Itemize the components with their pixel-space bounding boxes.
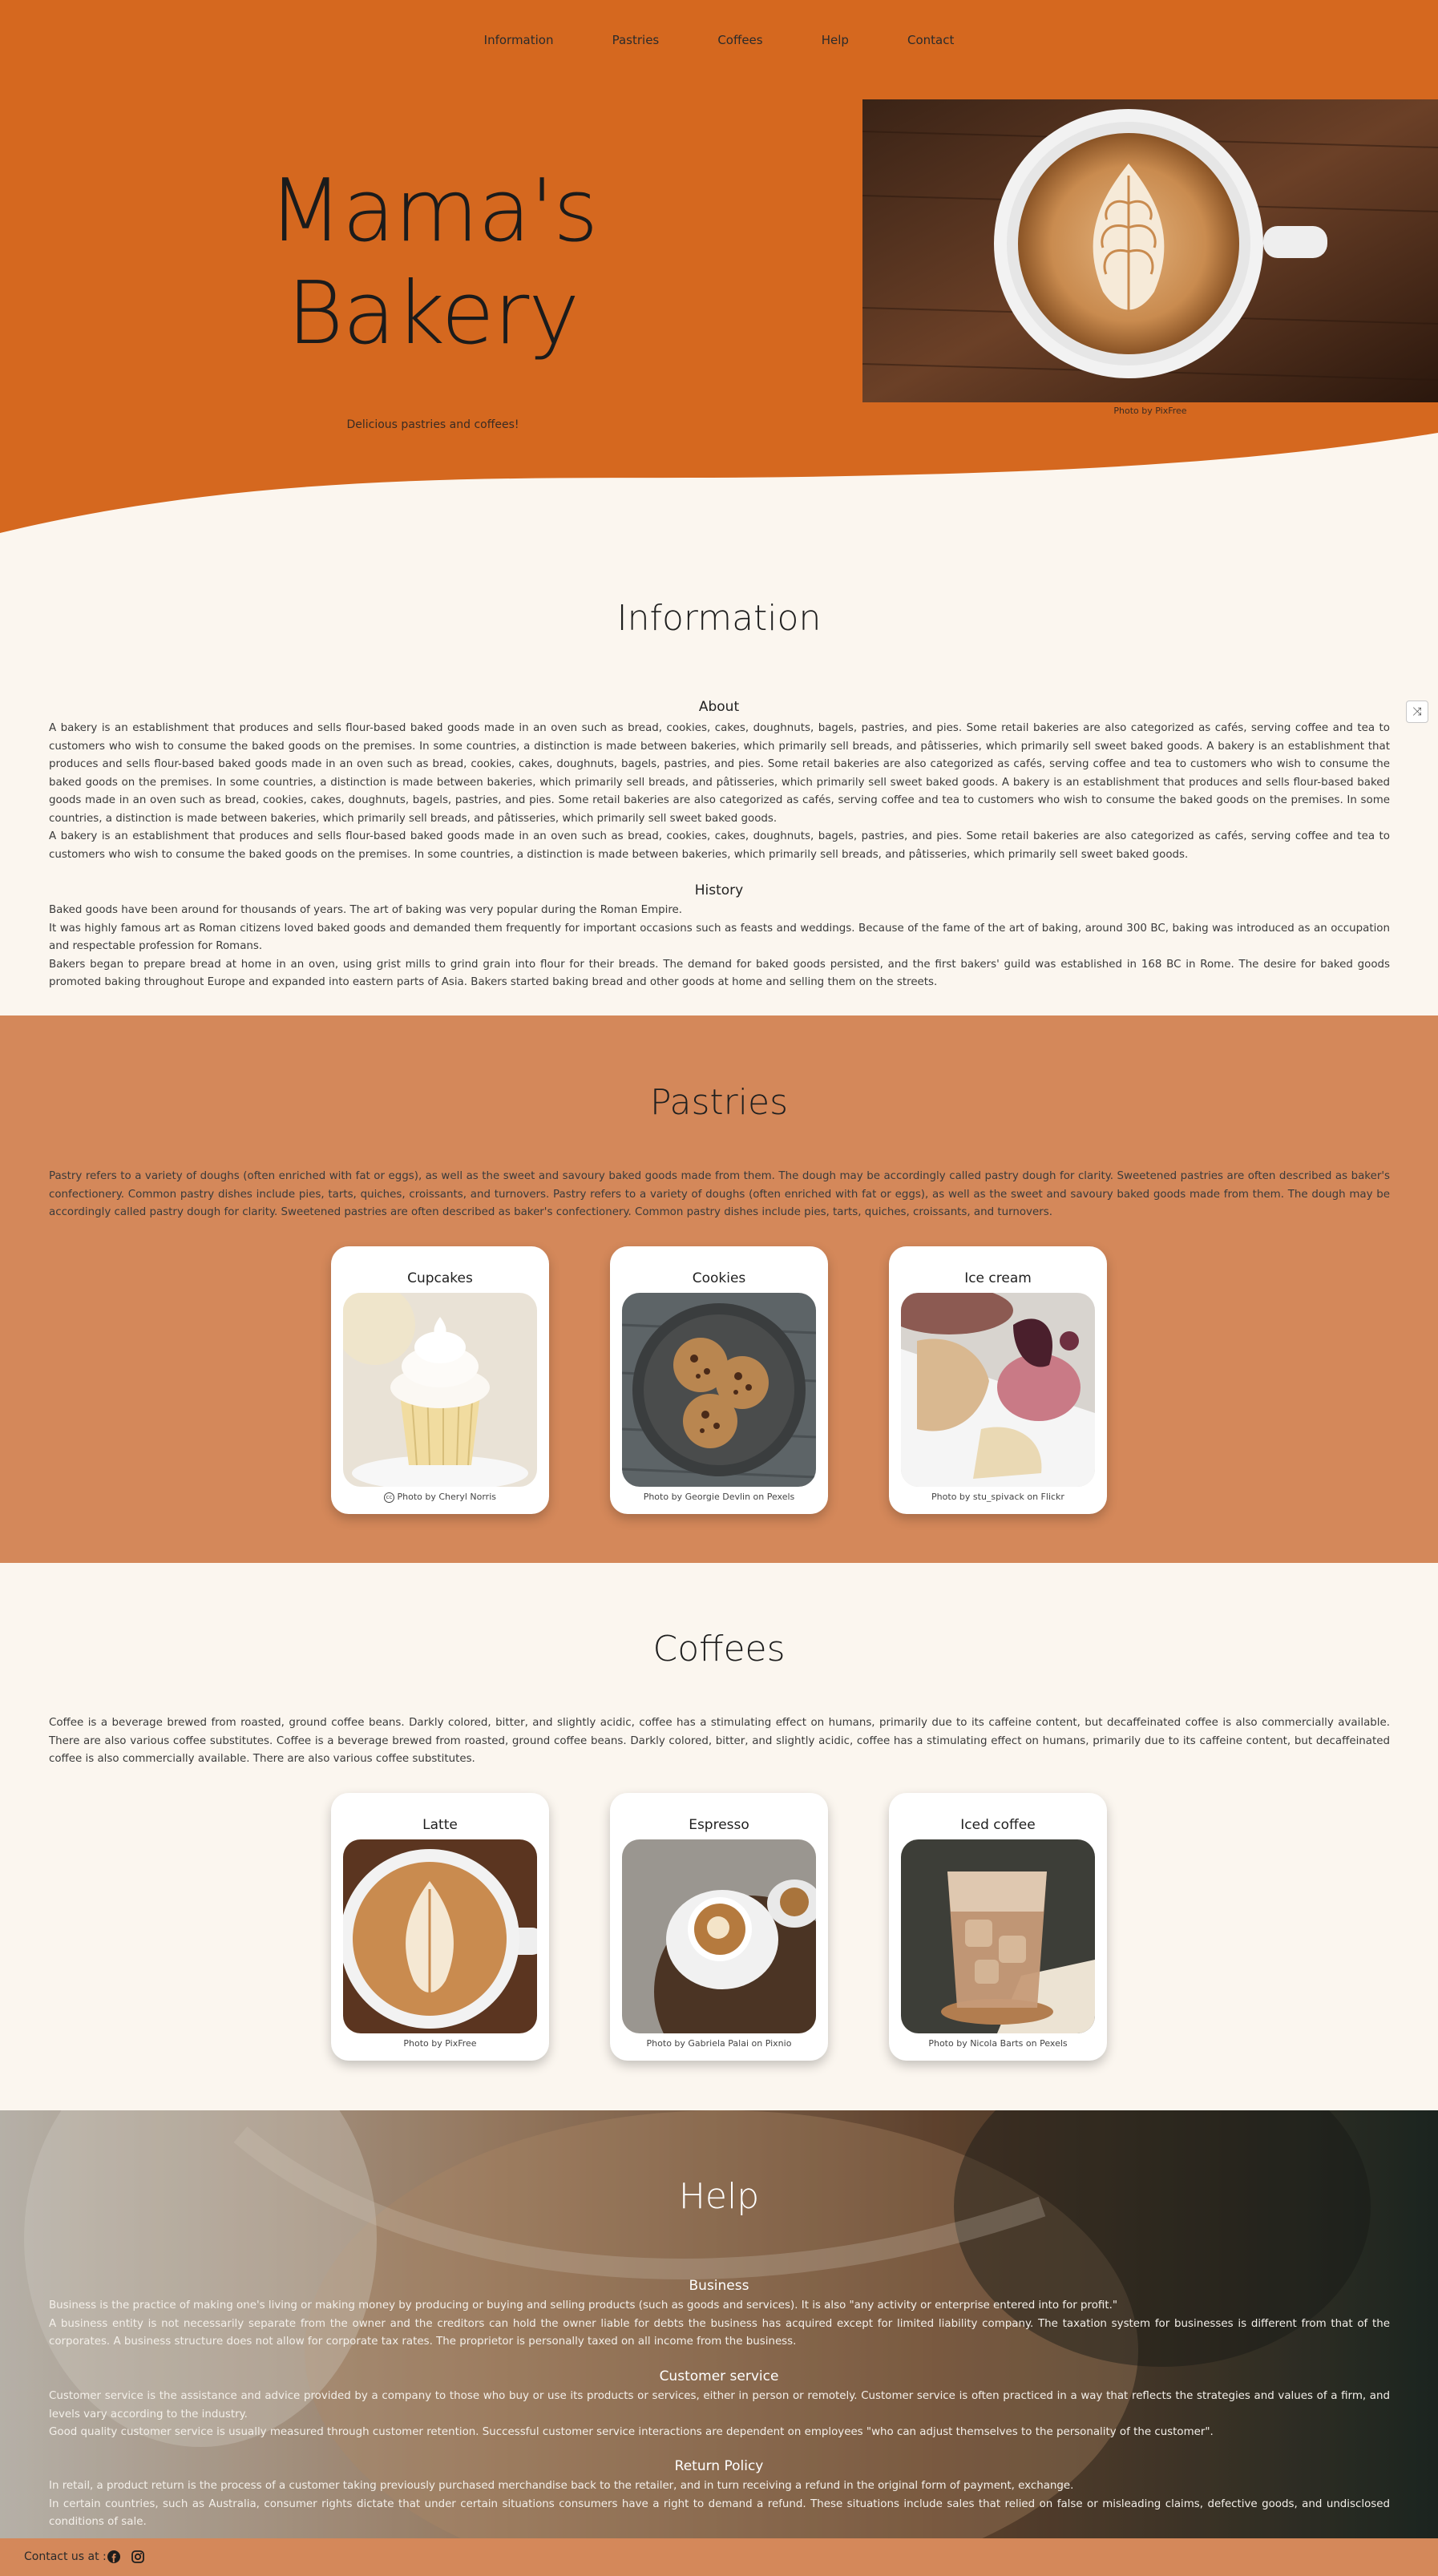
history-paragraph-1: Baked goods have been around for thousan… xyxy=(49,904,683,916)
about-text: A bakery is an establishment that produc… xyxy=(49,720,1390,864)
facebook-icon[interactable] xyxy=(106,2549,122,2565)
pastry-card-ice-cream[interactable]: Ice cream Photo by stu_spivack on Flickr xyxy=(889,1246,1107,1514)
service-paragraph-1: Customer service is the assistance and a… xyxy=(49,2390,1390,2421)
service-paragraph-2: Good quality customer service is usually… xyxy=(49,2426,1214,2438)
card-title: Iced coffee xyxy=(960,1817,1036,1833)
business-heading: Business xyxy=(689,2278,749,2294)
return-paragraph-1: In retail, a product return is the proce… xyxy=(49,2480,1074,2492)
ice-cream-image xyxy=(901,1293,1095,1487)
pastries-section: Pastries Pastry refers to a variety of d… xyxy=(0,1015,1438,1563)
business-paragraph-1: Business is the practice of making one's… xyxy=(49,2299,1118,2312)
iced-coffee-image xyxy=(901,1839,1095,2033)
coffee-card-espresso[interactable]: Espresso Photo by Gabriela Palai on Pixn… xyxy=(610,1793,828,2061)
coffees-text: Coffee is a beverage brewed from roasted… xyxy=(49,1717,1390,1765)
card-title: Cupcakes xyxy=(407,1270,473,1286)
site-title: Mama's Bakery xyxy=(268,161,599,364)
nav-coffees[interactable]: Coffees xyxy=(717,33,762,47)
nav-pastries[interactable]: Pastries xyxy=(612,33,660,47)
customer-service-heading: Customer service xyxy=(659,2368,779,2384)
return-policy-text: In retail, a product return is the proce… xyxy=(49,2477,1390,2532)
return-paragraph-2: In certain countries, such as Australia,… xyxy=(49,2497,1390,2529)
customer-service-text: Customer service is the assistance and a… xyxy=(49,2388,1390,2442)
information-title: Information xyxy=(616,598,822,639)
help-title: Help xyxy=(678,2176,760,2217)
nav-help[interactable]: Help xyxy=(822,33,849,47)
help-section: Help Business Business is the practice o… xyxy=(0,2110,1438,2538)
history-paragraph-2: It was highly famous art as Roman citize… xyxy=(49,922,1390,953)
return-policy-heading: Return Policy xyxy=(674,2458,764,2474)
nav-contact[interactable]: Contact xyxy=(907,33,954,47)
pastries-title: Pastries xyxy=(649,1082,788,1123)
card-credit: Photo by stu_spivack on Flickr xyxy=(931,1492,1064,1502)
nav-information[interactable]: Information xyxy=(484,33,554,47)
creative-commons-icon: cc xyxy=(384,1492,395,1503)
coffee-card-iced-coffee[interactable]: Iced coffee Photo by Nicola Barts on Pex… xyxy=(889,1793,1107,2061)
card-title: Cookies xyxy=(692,1270,746,1286)
tagline: Delicious pastries and coffees! xyxy=(346,418,519,431)
cookies-image xyxy=(622,1293,816,1487)
coffee-card-latte[interactable]: Latte Photo by PixFree xyxy=(331,1793,549,2061)
latte-image xyxy=(343,1839,537,2033)
coffees-section: Coffees Coffee is a beverage brewed from… xyxy=(0,1563,1438,2110)
hero-wave-divider xyxy=(0,433,1438,545)
business-paragraph-2: A business entity is not necessarily sep… xyxy=(49,2317,1390,2348)
history-paragraph-3: Bakers began to prepare bread at home in… xyxy=(49,958,1390,989)
hero-photo-credit: Photo by PixFree xyxy=(1113,406,1187,416)
pastry-card-cookies[interactable]: Cookies Photo by Georgie Devlin on Pexel… xyxy=(610,1246,828,1514)
pastry-card-cupcakes[interactable]: Cupcakes cc Photo by Cheryl Norris xyxy=(331,1246,549,1514)
card-title: Ice cream xyxy=(964,1270,1032,1286)
business-text: Business is the practice of making one's… xyxy=(49,2297,1390,2352)
footer: Contact us at : xyxy=(0,2538,1438,2576)
pastries-text: Pastry refers to a variety of doughs (of… xyxy=(49,1170,1390,1218)
card-title: Latte xyxy=(422,1817,458,1833)
history-text: Baked goods have been around for thousan… xyxy=(49,902,1390,992)
card-credit: cc Photo by Cheryl Norris xyxy=(331,1492,549,1503)
instagram-icon[interactable] xyxy=(130,2549,146,2565)
contact-label: Contact us at : xyxy=(24,2550,107,2563)
top-nav: Information Pastries Coffees Help Contac… xyxy=(0,32,1438,47)
hero-section: Information Pastries Coffees Help Contac… xyxy=(0,0,1438,545)
card-credit: Photo by Georgie Devlin on Pexels xyxy=(643,1492,795,1502)
credit-text: Photo by Cheryl Norris xyxy=(397,1492,496,1502)
card-credit: Photo by Gabriela Palai on Pixnio xyxy=(646,2038,792,2049)
card-credit: Photo by PixFree xyxy=(403,2038,477,2049)
about-paragraph-2: A bakery is an establishment that produc… xyxy=(49,830,1390,861)
cupcake-image xyxy=(343,1293,537,1487)
coffees-title: Coffees xyxy=(652,1629,786,1670)
history-heading: History xyxy=(694,882,744,898)
page: Information Pastries Coffees Help Contac… xyxy=(0,0,1438,2576)
card-title: Espresso xyxy=(689,1817,749,1833)
espresso-image xyxy=(622,1839,816,2033)
hero-photo-latte xyxy=(862,99,1438,402)
card-credit: Photo by Nicola Barts on Pexels xyxy=(928,2038,1068,2049)
about-paragraph-1: A bakery is an establishment that produc… xyxy=(49,722,1390,825)
about-heading: About xyxy=(698,699,740,715)
